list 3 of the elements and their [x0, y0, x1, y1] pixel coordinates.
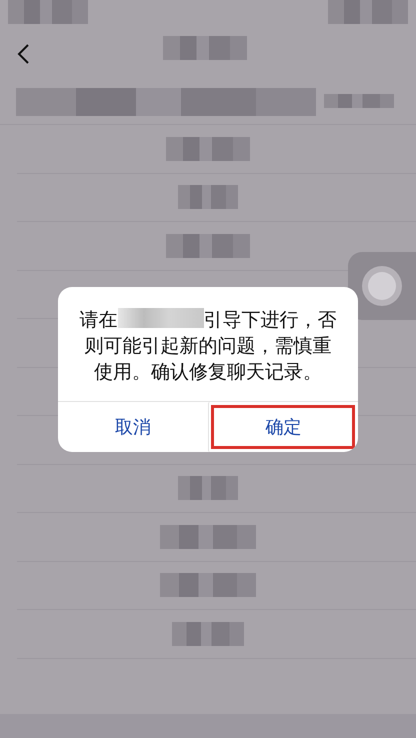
confirm-button[interactable]: 确定 [208, 402, 358, 452]
cancel-button[interactable]: 取消 [58, 402, 208, 452]
dialog-message: 请在 引导下进行，否则可能引起新的问题，需慎重使用。确认修复聊天记录。 [78, 307, 338, 385]
